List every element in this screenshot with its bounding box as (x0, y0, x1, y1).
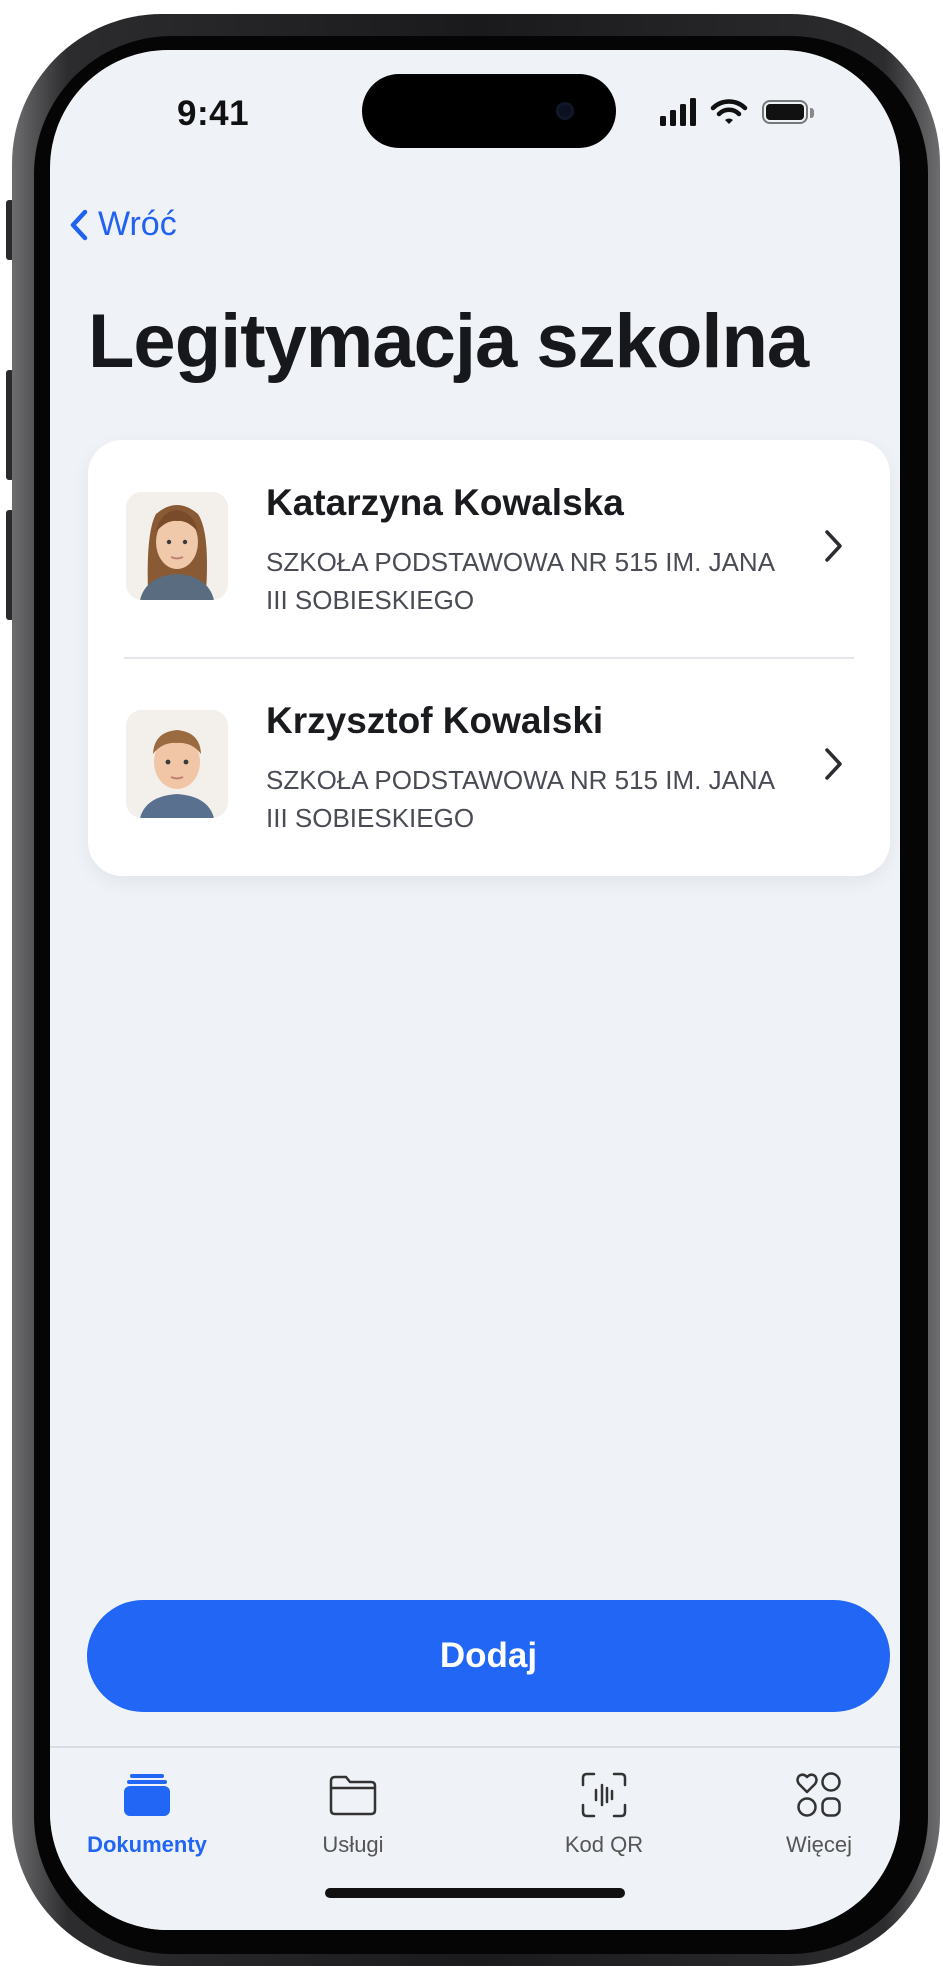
battery-icon (762, 100, 816, 126)
chevron-left-icon (70, 209, 88, 240)
back-button[interactable]: Wróć (68, 205, 177, 244)
tab-kod-qr[interactable]: Kod QR (514, 1768, 694, 1878)
home-indicator[interactable] (325, 1888, 625, 1898)
tab-wiecej[interactable]: Więcej (729, 1768, 900, 1878)
status-icons (660, 96, 816, 126)
chevron-right-icon (825, 748, 842, 780)
tab-dokumenty[interactable]: Dokumenty (57, 1768, 237, 1878)
status-time: 9:41 (177, 94, 250, 133)
student-photo (126, 492, 228, 600)
school-name: SZKOŁA PODSTAWOWA NR 515 IM. JANA III SO… (266, 547, 774, 615)
wifi-icon (710, 99, 748, 124)
student-photo (126, 710, 228, 818)
cellular-signal-icon (660, 98, 696, 126)
dynamic-island (362, 74, 616, 148)
tab-label: Kod QR (564, 1832, 644, 1857)
tab-uslugi[interactable]: Usługi (263, 1768, 443, 1878)
school-name: SZKOŁA PODSTAWOWA NR 515 IM. JANA III SO… (266, 765, 774, 833)
qr-scan-icon (581, 1772, 627, 1818)
student-name: Krzysztof Kowalski (266, 700, 604, 741)
tab-label: Usługi (322, 1832, 384, 1857)
tab-label: Więcej (785, 1832, 852, 1857)
add-button[interactable]: Dodaj (87, 1600, 890, 1712)
student-list-card: Katarzyna Kowalska SZKOŁA PODSTAWOWA NR … (88, 440, 890, 876)
student-name: Katarzyna Kowalska (266, 482, 624, 523)
tab-label: Dokumenty (87, 1832, 207, 1857)
student-row-krzysztof[interactable]: Krzysztof Kowalski SZKOŁA PODSTAWOWA NR … (88, 658, 890, 876)
tab-bar: Dokumenty Usługi Kod QR Więcej (50, 1746, 900, 1930)
folder-icon (329, 1775, 377, 1816)
page-title: Legitymacja szkolna (88, 299, 809, 384)
more-grid-icon (796, 1772, 841, 1817)
front-camera (556, 102, 574, 120)
back-label: Wróć (98, 205, 177, 243)
documents-stack-icon (124, 1774, 170, 1816)
phone-screen: 9:41 Wróć Legitymacja szkolna Katarzyna … (50, 50, 900, 1930)
chevron-right-icon (825, 530, 842, 562)
student-row-katarzyna[interactable]: Katarzyna Kowalska SZKOŁA PODSTAWOWA NR … (88, 440, 890, 659)
